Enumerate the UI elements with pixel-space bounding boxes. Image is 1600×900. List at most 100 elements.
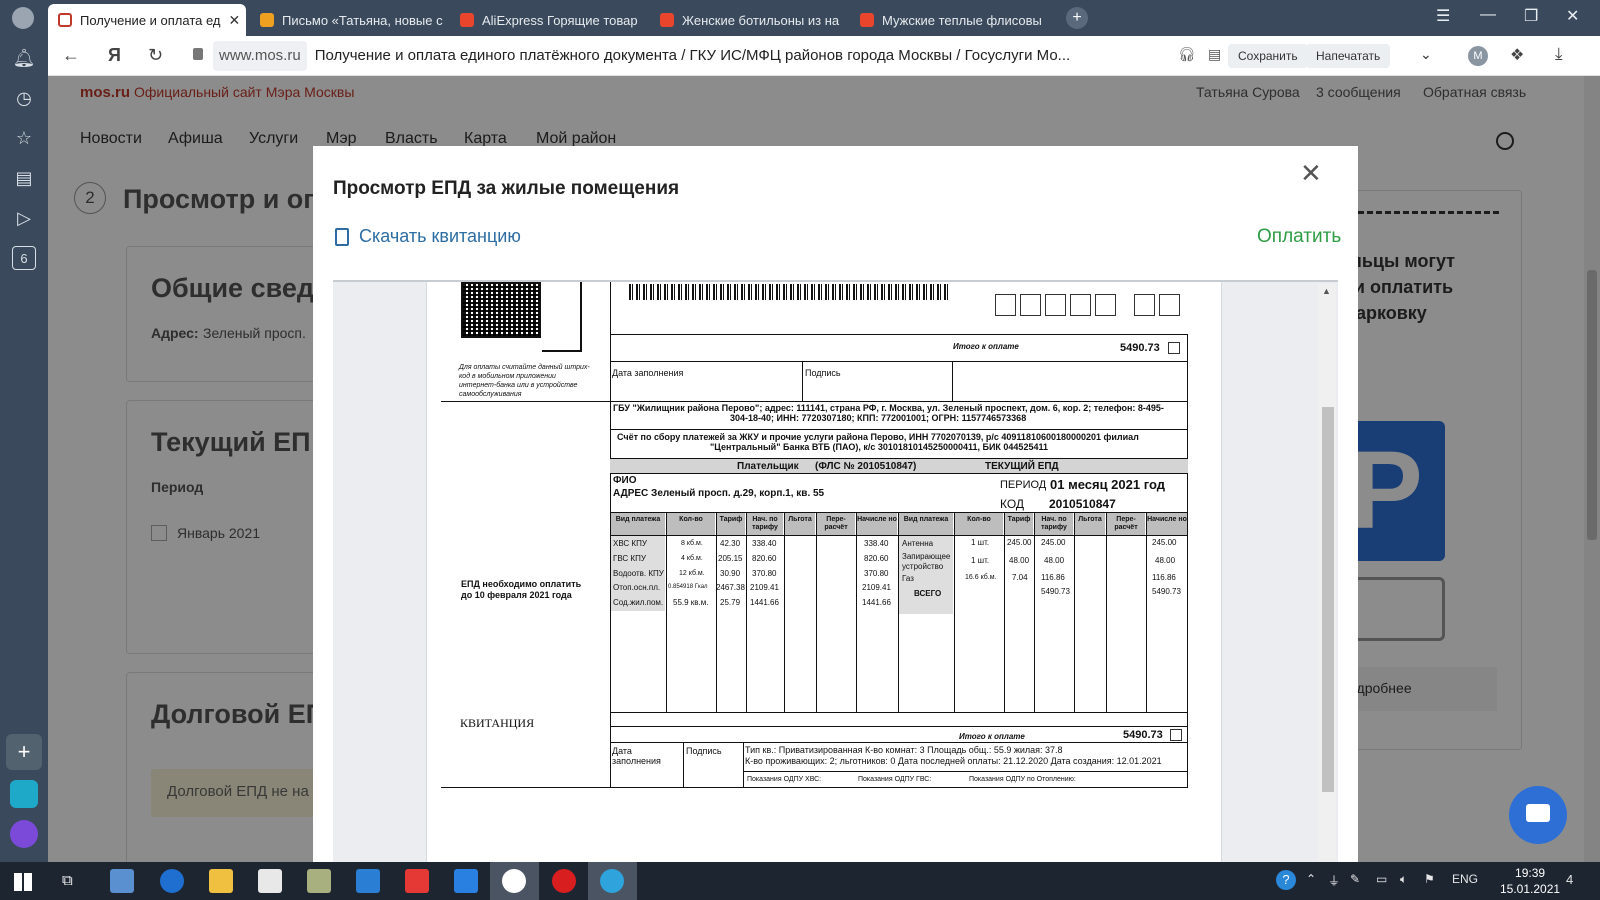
chat-button[interactable] [1509,786,1567,844]
row5-tariff: 25.79 [720,598,741,607]
lock-icon [193,48,203,60]
messenger-icon[interactable] [10,780,38,808]
minimize-icon[interactable]: — [1480,6,1496,24]
pdf-scroll-thumb[interactable] [1322,407,1334,792]
flag-icon[interactable]: ⚑ [1424,872,1435,886]
close-window-icon[interactable]: ✕ [1566,6,1579,26]
clock-time: 19:39 [1515,866,1546,880]
row4-name: Отоп.осн.пл. [613,583,661,592]
reload-icon[interactable]: ↻ [148,45,163,66]
notifications-icon[interactable]: 4 [1566,872,1573,887]
folder-icon[interactable] [209,869,233,893]
aliexpress-icon [660,13,674,27]
col-header-4: Нач. по тарифу [747,513,783,535]
task-view-icon[interactable]: ⧉ [62,872,73,889]
yandex-browser-task[interactable] [490,862,539,900]
notes-icon[interactable]: ▤ [12,166,36,190]
tab-bar: Получение и оплата ед ✕ Письмо «Татьяна,… [0,0,1600,36]
save-button[interactable]: Сохранить [1228,44,1308,68]
address-line: АДРЕС Зеленый просп. д.29, корп.1, кв. 5… [613,488,825,499]
print-button[interactable]: Напечатать [1306,44,1391,68]
back-icon[interactable]: ← [62,45,80,66]
tab-aliexpress[interactable]: AliExpress Горящие товар [450,4,645,36]
rrow1-accr: 245.00 [1041,538,1066,547]
headphones-icon[interactable]: 🎧︎ [1178,46,1196,63]
store-icon[interactable] [258,869,282,893]
tab-boots[interactable]: Женские ботильоны из на [650,4,845,36]
row1-accr: 338.40 [752,539,777,548]
aliexpress-icon [860,13,874,27]
rrow3-tariff: 7.04 [1012,573,1028,582]
dropbox-icon[interactable] [454,869,478,893]
telegram-icon [600,869,624,893]
close-icon[interactable]: ✕ [1300,158,1322,189]
add-panel-button[interactable]: + [6,734,42,770]
profile-avatar[interactable]: М [1468,46,1488,66]
windows-start-icon[interactable] [14,873,32,891]
yandex-icon[interactable] [405,869,429,893]
col-header-8: Вид платежа [899,513,953,535]
chevron-down-icon[interactable]: ⌄ [1420,46,1432,63]
star-icon[interactable]: ☆ [12,126,36,150]
epd-document: Для оплаты считайте данный штрих- код в … [426,282,1222,862]
edge-icon[interactable] [160,869,184,893]
rrow2-name: Запирающее устройство [902,552,951,571]
odpu-gvs: Показания ОДПУ ГВС: [858,776,932,783]
qr-note-2: код в мобильном приложении [459,373,556,380]
row2-tariff: 205.15 [718,554,743,563]
help-icon[interactable]: ? [1276,870,1296,890]
row2-qty: 4 кб.м. [681,555,703,562]
row1-total: 338.40 [864,539,889,548]
col-header-5: Льгота [785,513,815,535]
qr-note-3: интернет-банка или в устройстве [459,382,578,389]
play-icon[interactable]: ▷ [12,206,36,230]
rrow2-total: 48.00 [1155,556,1176,565]
download-icon[interactable]: ⤓ [1555,44,1563,64]
row3-name: Водоотв. КПУ [613,569,664,578]
row5-accr: 1441.66 [750,598,779,607]
col-header-11: Нач. по тарифу [1035,513,1073,535]
clock[interactable]: 19:39 15.01.2021 [1500,865,1560,897]
pdf-scroll-up-icon[interactable]: ▲ [1322,286,1331,296]
reader-icon[interactable]: ▤ [1208,46,1221,63]
language-indicator[interactable]: ENG [1452,872,1478,886]
pdf-viewer[interactable]: Для оплаты считайте данный штрих- код в … [333,280,1338,862]
qr-note-1: Для оплаты считайте данный штрих- [459,364,590,371]
network-icon[interactable]: ▭ [1376,872,1387,886]
download-label: Скачать квитанцию [359,226,521,246]
tab-mail[interactable]: Письмо «Татьяна, новые с [250,4,445,36]
maps-icon[interactable] [307,869,331,893]
col-header-13: Пере- расчёт [1107,513,1145,535]
new-tab-button[interactable]: + [1066,7,1088,29]
tab-active[interactable]: Получение и оплата ед ✕ [48,4,246,36]
extensions-icon[interactable]: ❖ [1510,45,1524,65]
volume-icon[interactable]: 🔈︎ [1400,872,1407,887]
download-receipt-link[interactable]: Скачать квитанцию [335,226,521,247]
url-field[interactable]: www.mos.ru Получение и оплата единого пла… [213,41,1293,71]
usb-icon[interactable]: ⏚ [1328,872,1340,889]
top-total-value: 5490.73 [1120,342,1160,354]
restore-icon[interactable]: ❐ [1524,6,1538,26]
telegram-task[interactable] [588,862,637,900]
row4-tariff: 2467.38 [716,583,745,592]
row2-accr: 820.60 [752,554,777,563]
pay-button[interactable]: Оплатить [1257,226,1341,248]
pen-icon[interactable]: ✎ [1350,872,1360,886]
alice-icon[interactable] [10,820,38,848]
opera-icon[interactable] [552,869,576,893]
close-icon[interactable]: ✕ [229,12,241,29]
mail-icon[interactable] [356,869,380,893]
amount-boxes [995,294,1181,316]
bell-icon[interactable]: 🔔︎ [12,46,36,70]
yandex-icon[interactable]: Я [108,45,121,66]
payer-label: Плательщик [737,461,799,472]
sound-app-icon[interactable] [110,869,134,893]
history-icon[interactable]: ◷ [12,86,36,110]
menu-icon[interactable]: ☰ [1436,6,1450,26]
tab-fleece[interactable]: Мужские теплые флисовы [850,4,1045,36]
tray-chevron-icon[interactable]: ⌃ [1306,872,1316,886]
current-epd-label: ТЕКУЩИЙ ЕПД [985,461,1059,472]
fill-date-label: Дата заполнения [612,368,684,378]
badge-six-icon[interactable]: 6 [12,246,36,270]
browser-avatar[interactable] [12,7,34,29]
